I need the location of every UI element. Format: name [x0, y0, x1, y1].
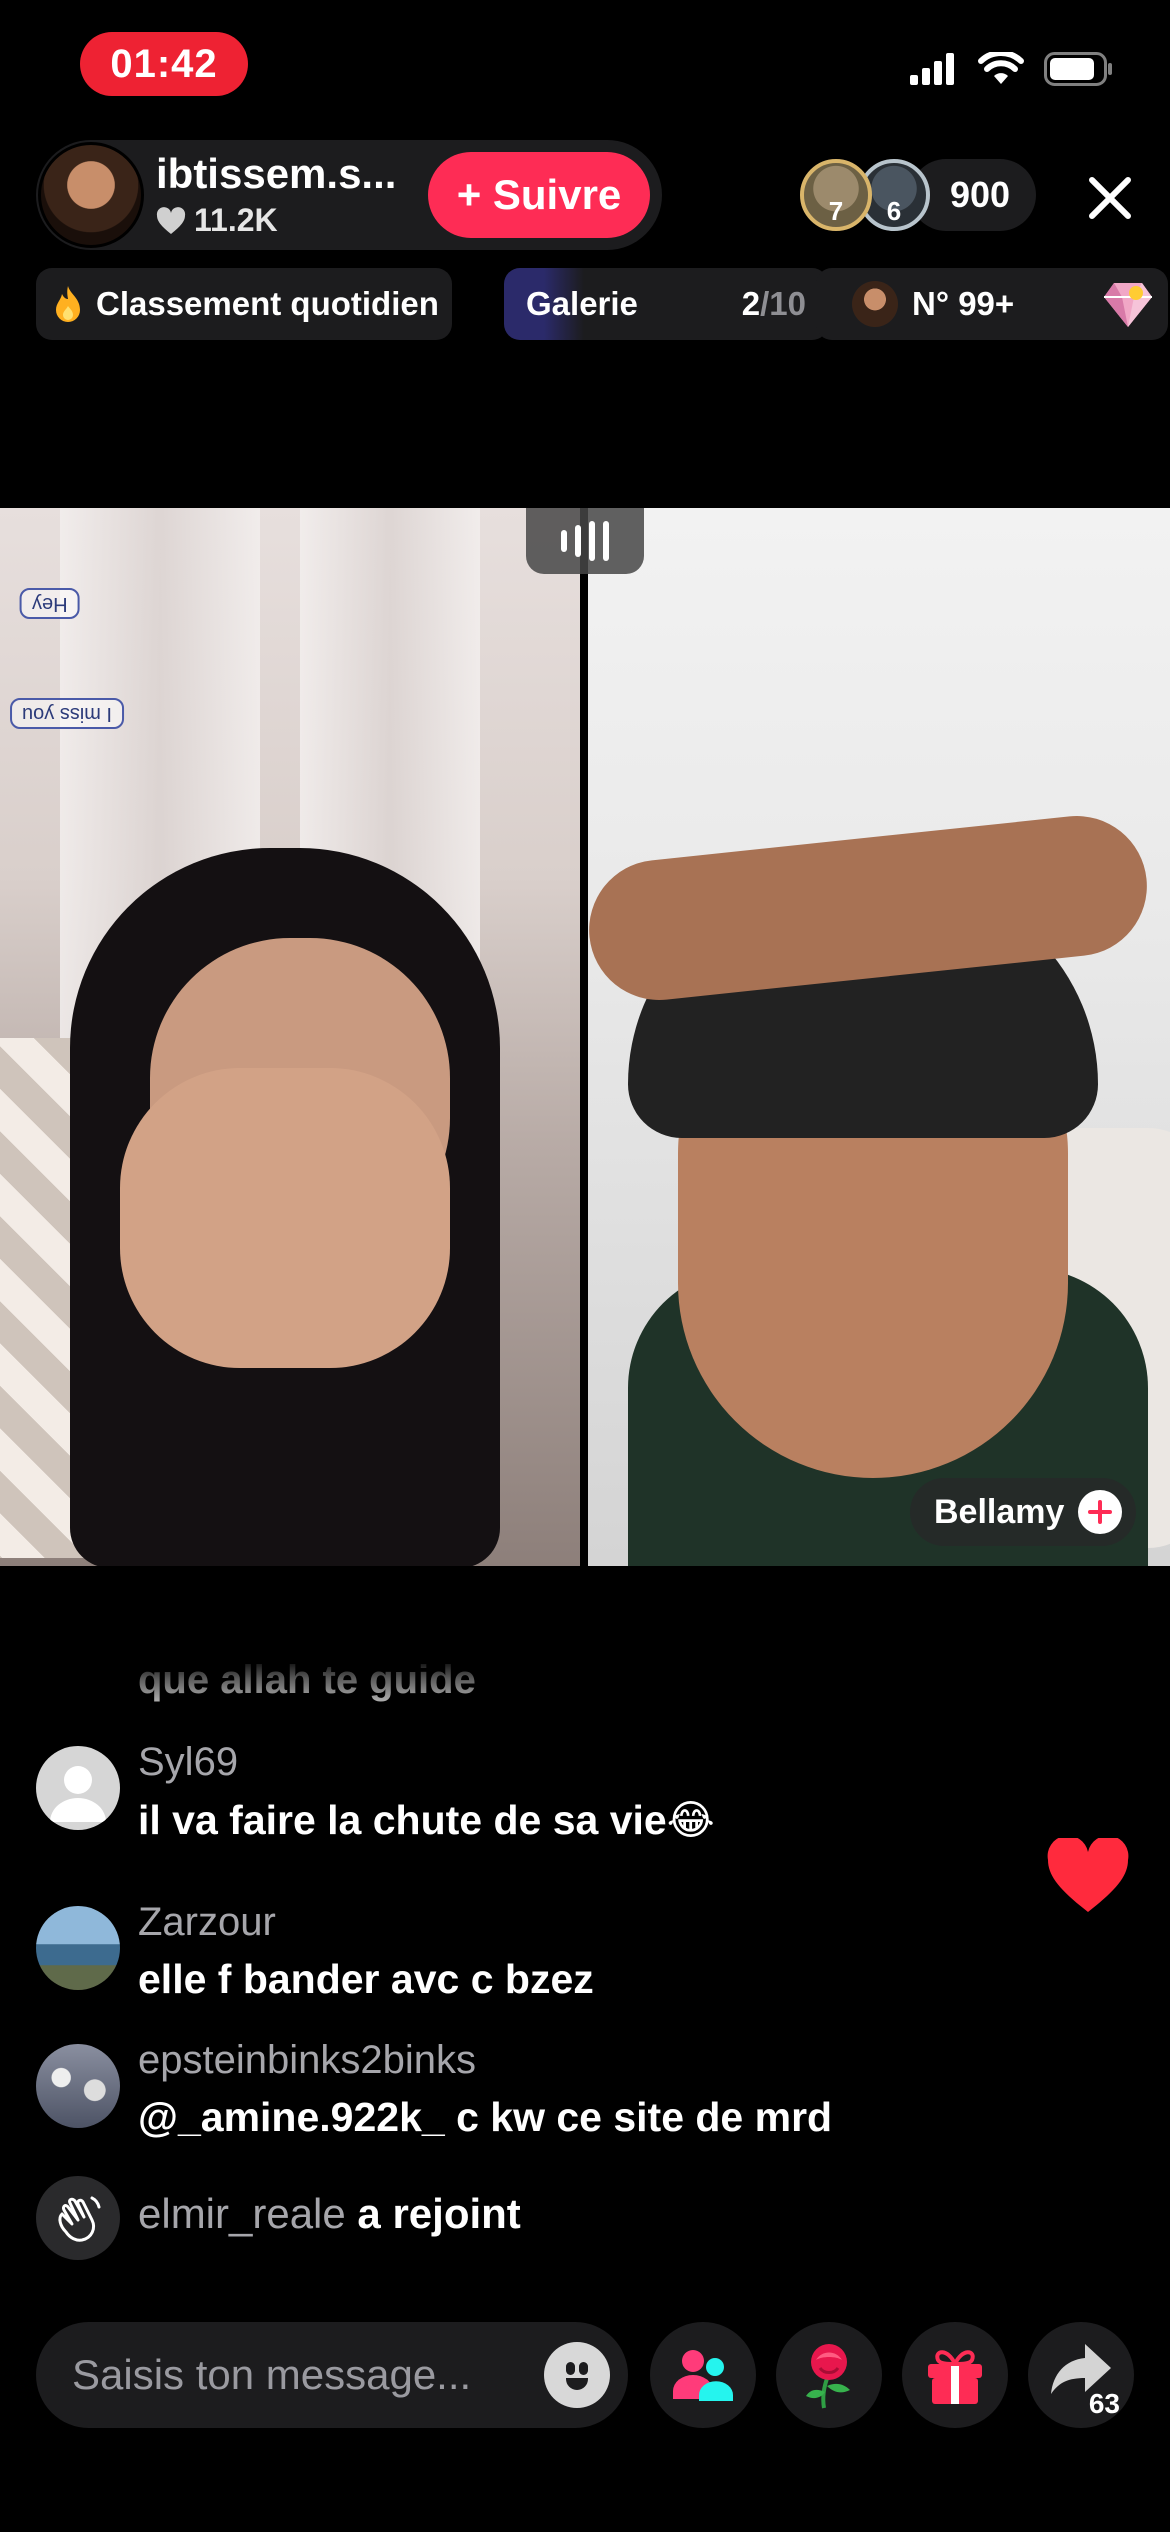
layout-toggle-handle[interactable]: [526, 508, 644, 574]
emoji-eye: [579, 2362, 588, 2375]
viewer-rank-badge: 6: [886, 196, 902, 226]
gallery-progress: 2/10: [741, 285, 806, 322]
close-icon: [1089, 177, 1131, 219]
status-bar: 01:42: [0, 0, 1170, 120]
host-name[interactable]: ibtissem.s...: [156, 150, 456, 198]
rank-label: N° 99+: [912, 285, 1015, 322]
daily-ranking-label: Classement quotidien: [96, 285, 439, 322]
cellular-signal-icon: [910, 53, 954, 85]
close-button[interactable]: [1076, 164, 1144, 232]
viewer-rank-badge: 7: [828, 196, 844, 226]
share-button[interactable]: 63: [1028, 2322, 1134, 2428]
comment-avatar[interactable]: [36, 2044, 120, 2128]
comment-avatar[interactable]: [36, 1906, 120, 1990]
guest-name-tag[interactable]: Bellamy: [910, 1478, 1137, 1546]
comment-avatar[interactable]: [36, 1746, 120, 1830]
join-user[interactable]: elmir_reale: [138, 2190, 346, 2237]
emoji-mouth: [566, 2378, 588, 2390]
multi-guest-video[interactable]: Hey I miss you: [0, 508, 1170, 1566]
rank-avatar: [852, 281, 898, 327]
faded-comment: que allah te guide: [138, 1658, 476, 1702]
comment-item[interactable]: Zarzour elle f bander avc c bzez: [36, 1900, 1036, 2020]
status-time: 01:42: [80, 32, 248, 96]
comment-user[interactable]: Syl69: [138, 1740, 238, 1785]
floating-heart-icon: [1047, 1838, 1129, 1912]
host-likes-count: 11.2K: [194, 202, 278, 238]
comment-user[interactable]: Zarzour: [138, 1900, 276, 1945]
status-icons: [910, 52, 1114, 86]
battery-icon: [1044, 52, 1112, 86]
gift-button[interactable]: [902, 2322, 1008, 2428]
rank-chip[interactable]: N° 99+: [816, 268, 1168, 340]
join-text: a rejoint: [357, 2190, 521, 2237]
people-icon: [673, 2350, 733, 2401]
guest-video[interactable]: [588, 508, 1170, 1566]
comment-item[interactable]: Syl69 il va faire la chute de sa vie😂: [36, 1740, 1036, 1860]
diamond-icon: [1104, 283, 1152, 327]
handle-bar: [575, 525, 581, 557]
host-avatar[interactable]: [38, 142, 144, 248]
daily-ranking-chip[interactable]: Classement quotidien: [36, 268, 452, 340]
join-avatar: [36, 2176, 120, 2260]
wifi-icon: [978, 52, 1024, 84]
multi-guest-button[interactable]: [650, 2322, 756, 2428]
comment-message: elle f bander avc c bzez: [138, 1956, 594, 2002]
message-input-container[interactable]: [36, 2322, 628, 2428]
guest-arm: [588, 809, 1154, 1007]
host-likes: 11.2K: [156, 202, 278, 239]
join-line: elmir_reale a rejoint: [138, 2190, 521, 2238]
share-count: 63: [1088, 2388, 1120, 2419]
rose-icon: [806, 2344, 850, 2409]
gallery-label: Galerie: [526, 285, 638, 322]
rose-gift-button[interactable]: [776, 2322, 882, 2428]
handle-bar: [561, 530, 567, 552]
comment-item[interactable]: epsteinbinks2binks @_amine.922k_ c kw ce…: [36, 2038, 1036, 2158]
comment-message: @_amine.922k_ c kw ce site de mrd: [138, 2094, 833, 2140]
host-video[interactable]: Hey I miss you: [0, 508, 580, 1566]
host-hands: [120, 1068, 450, 1368]
plus-icon: [1088, 1500, 1113, 1524]
message-input[interactable]: [72, 2351, 512, 2399]
comment-message: il va faire la chute de sa vie😂: [138, 1797, 715, 1843]
emoji-button[interactable]: [544, 2342, 610, 2408]
wall-note: I miss you: [10, 698, 125, 729]
follow-button[interactable]: + Suivre: [428, 152, 650, 238]
handle-bar: [589, 521, 595, 561]
default-user-icon: [50, 1766, 106, 1822]
handle-bar: [603, 521, 609, 561]
heart-icon: [156, 206, 186, 234]
fire-icon: [56, 286, 80, 322]
wall-note: Hey: [20, 588, 80, 619]
emoji-eye: [566, 2362, 575, 2375]
host-card[interactable]: ibtissem.s... 11.2K + Suivre: [36, 140, 662, 250]
guest-name: Bellamy: [934, 1492, 1065, 1531]
viewer-group[interactable]: 7 6 900: [800, 156, 1037, 234]
waving-hand-icon: [58, 2196, 101, 2242]
top-viewer-avatar[interactable]: 7: [800, 159, 872, 231]
follow-guest-button[interactable]: [1078, 1490, 1123, 1534]
comment-user[interactable]: epsteinbinks2binks: [138, 2038, 476, 2083]
gallery-chip[interactable]: Galerie 2/10: [504, 268, 828, 340]
gift-icon: [928, 2350, 982, 2404]
